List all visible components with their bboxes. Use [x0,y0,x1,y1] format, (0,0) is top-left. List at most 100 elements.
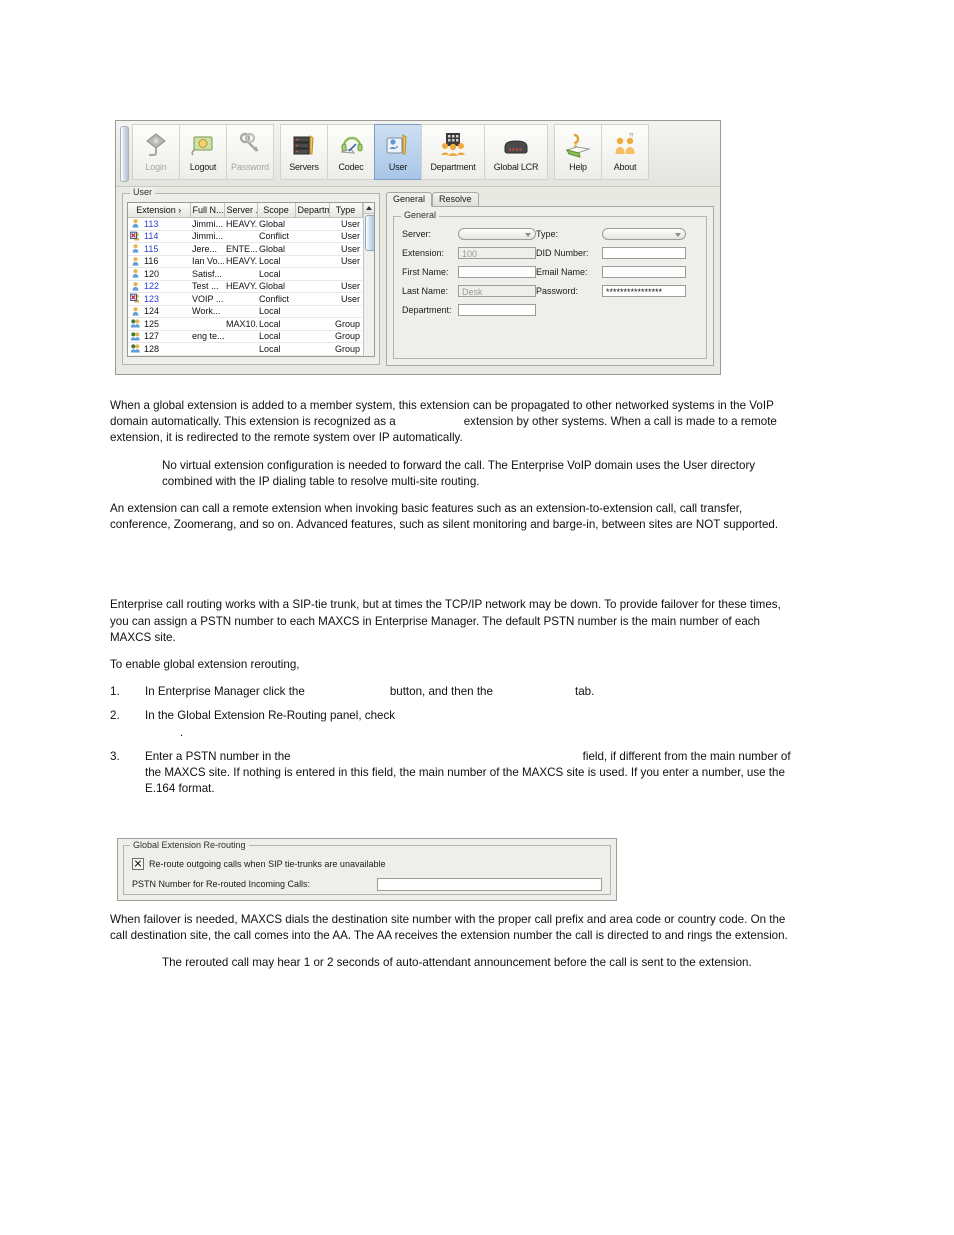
user-icon [130,218,141,229]
cell-server [224,342,257,356]
general-group-label: General [401,210,440,220]
column-header-department[interactable]: Departm... [295,203,330,218]
cell-type: Group [329,330,362,343]
tab-general[interactable]: General [386,192,433,207]
tab-resolve[interactable]: Resolve [432,192,479,206]
user-icon [130,268,141,279]
user-icon [130,256,141,267]
extension-field[interactable]: 100 [458,247,536,259]
column-header-type[interactable]: Type [329,203,363,218]
toolbar-button-servers[interactable]: Servers [280,124,328,180]
cell-department [295,280,329,293]
server-dropdown[interactable] [458,228,536,240]
group-icon [130,331,141,342]
last-name-field[interactable]: Desk [458,285,536,297]
toolbar-button-user[interactable]: User [374,124,422,180]
column-header-full-name[interactable]: Full N... [190,203,225,218]
pstn-number-row: PSTN Number for Re-routed Incoming Calls… [132,877,602,891]
scroll-up-arrow-icon[interactable] [363,203,374,214]
pstn-number-input[interactable] [377,877,602,891]
table-row[interactable]: 120 Satisf... Local [128,267,362,281]
cell-scope: Local [257,342,295,356]
step-2-number: 2. [110,709,120,723]
did-number-field[interactable] [602,247,686,259]
scrollbar-thumb[interactable] [364,215,374,251]
cell-type: User [329,292,362,306]
procedure-steps: 1. In Enterprise Manager click the button… [110,684,794,797]
table-row[interactable]: 113 Jimmi...HEAVY...Global User [128,217,362,231]
table-row[interactable]: 129 eng ip... Local Group [128,355,362,356]
user-detail-pane: General Resolve General Server: Type: Ex… [386,192,714,366]
toolbar-button-password[interactable]: Password [226,124,274,180]
cell-type [329,267,362,281]
cell-scope: Local [257,255,295,268]
cell-extension: 127 [128,330,190,343]
last-name-label: Last Name: [402,286,449,296]
toolbar-button-department[interactable]: Department [421,124,485,180]
table-row[interactable]: 128 Local Group [128,342,362,356]
step-1: 1. In Enterprise Manager click the button… [110,684,794,700]
step-3-number: 3. [110,749,120,763]
table-row[interactable]: 115 Jere... ENTE... Global User [128,242,362,256]
type-dropdown[interactable] [602,228,686,240]
table-row[interactable]: 127 eng te... Local Group [128,330,362,343]
toolbar-button-help-label: Help [569,162,587,172]
password-field[interactable]: **************** [602,285,686,297]
document-body-top: When a global extension is added to a me… [110,398,794,805]
table-row[interactable]: 122 Test ...HEAVY...Global User [128,280,362,293]
first-name-field[interactable] [458,266,536,278]
cell-full-name: Jimmi... [190,230,224,243]
toolbar-button-servers-label: Servers [289,162,319,172]
servers-icon [290,128,318,160]
toolbar-button-about[interactable]: ?! About [601,124,649,180]
toolbar-button-global-lcr[interactable]: Global LCR [484,124,548,180]
paragraph-4: To enable global extension rerouting, [110,658,300,672]
toolbar-button-help[interactable]: Help [554,124,602,180]
cell-full-name: VOIP ... [190,292,224,306]
cell-scope: Global [257,242,295,256]
user-table-scrollbar[interactable] [362,203,374,356]
cell-type: Group [329,317,362,331]
table-row[interactable]: 123 VOIP ... Conflict User [128,292,362,306]
extension-number: 128 [144,343,160,354]
toolbar-button-codec[interactable]: Codec [327,124,375,180]
rerouting-group-label: Global Extension Re-routing [130,840,249,850]
cell-department [295,317,329,331]
help-book-icon [564,128,592,160]
reroute-checkbox-row[interactable]: Re-route outgoing calls when SIP tie-tru… [132,858,385,870]
department-field[interactable] [458,304,536,316]
cell-extension: 123 [128,292,190,306]
extension-number: 123 [144,293,160,304]
cell-scope: Conflict [257,230,295,243]
server-label: Server: [402,229,432,239]
cell-scope: Local [257,330,295,343]
toolbar-button-logout[interactable]: Logout [179,124,227,180]
toolbar-button-global-lcr-label: Global LCR [493,162,539,172]
column-header-server[interactable]: Server ... [224,203,258,218]
table-row[interactable]: 125 MAX10...Local Group [128,317,362,331]
reroute-checkbox[interactable] [132,858,144,870]
step-2: 2. In the Global Extension Re-Routing pa… [110,708,794,740]
cell-server [224,230,257,243]
toolbar-button-login[interactable]: Login [132,124,180,180]
cell-department [295,217,329,231]
cell-department [295,230,329,243]
table-row[interactable]: 116 Ian Vo...HEAVY...Local User [128,255,362,268]
cell-type: User [329,280,362,293]
toolbar-drag-handle[interactable] [120,126,129,182]
cell-full-name: Ian Vo... [190,255,224,268]
table-row[interactable]: 124 Work... Local [128,305,362,318]
user-icon [130,306,141,317]
user-table-body: 113Jimmi...HEAVY...GlobalUser114Jimmi...… [128,217,362,356]
column-header-scope[interactable]: Scope [257,203,296,218]
table-row[interactable]: 114 Jimmi... Conflict User [128,230,362,243]
cell-type: User [329,242,362,256]
column-header-extension[interactable]: Extension › [128,203,191,218]
cell-extension: 113 [128,217,190,231]
cell-type [329,305,362,318]
cell-department [295,355,329,356]
window-body: User Extension › Full N... Server ... Sc… [116,187,720,372]
login-icon [142,128,170,160]
group-icon [130,343,141,354]
email-name-field[interactable] [602,266,686,278]
